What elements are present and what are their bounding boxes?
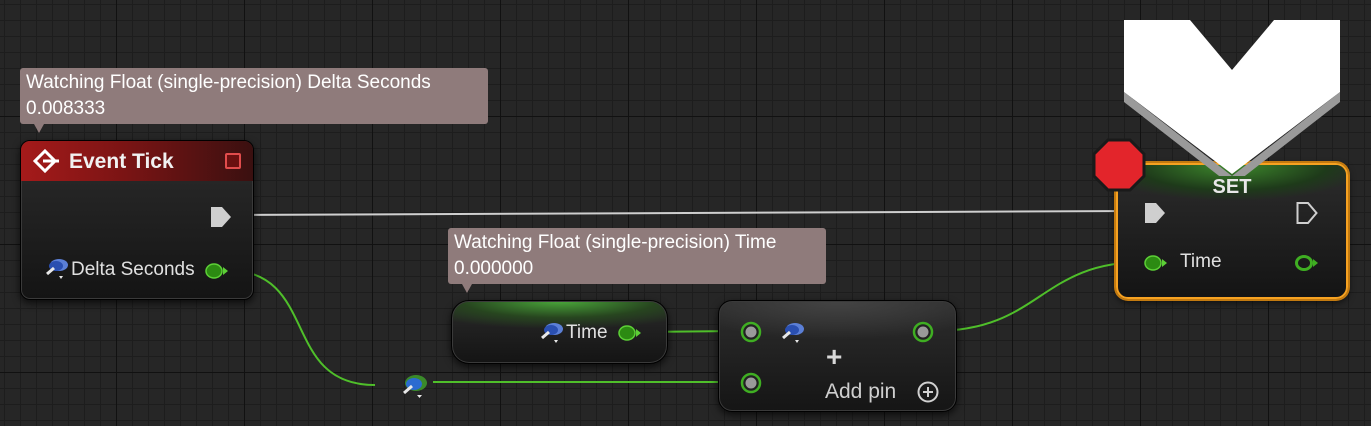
time-out-pin[interactable] bbox=[1294, 254, 1320, 272]
exec-in-pin[interactable] bbox=[1144, 201, 1166, 225]
exec-wire bbox=[231, 210, 1144, 216]
add-input-b-pin[interactable] bbox=[740, 372, 762, 394]
reroute-node[interactable] bbox=[402, 373, 432, 399]
event-tick-header: Event Tick bbox=[21, 141, 253, 181]
exec-out-pin[interactable] bbox=[1296, 201, 1318, 225]
watch-bubble-value: 0.000000 bbox=[454, 258, 534, 279]
variable-icon bbox=[541, 323, 563, 343]
add-pin-label[interactable]: Add pin bbox=[825, 380, 896, 404]
add-operator-icon: + bbox=[826, 341, 843, 372]
add-pin-plus-icon[interactable] bbox=[916, 380, 940, 404]
add-output-pin[interactable] bbox=[912, 321, 934, 343]
add-input-a-pin[interactable] bbox=[740, 321, 762, 343]
watch-bubble-title: Watching Float (single-precision) Time bbox=[454, 232, 777, 253]
watch-bubble-title: Watching Float (single-precision) Delta … bbox=[26, 72, 431, 93]
set-title: SET bbox=[1212, 176, 1252, 198]
event-diamond-icon bbox=[33, 149, 59, 173]
watch-bubble-time: Watching Float (single-precision) Time 0… bbox=[448, 228, 826, 293]
event-tick-node[interactable]: Event Tick Delta Seconds bbox=[20, 140, 254, 300]
watch-bubble-delta: Watching Float (single-precision) Delta … bbox=[20, 68, 488, 133]
exec-out-pin[interactable] bbox=[210, 205, 232, 229]
set-node[interactable]: SET Time bbox=[1116, 163, 1348, 299]
time-in-pin[interactable] bbox=[1144, 254, 1168, 272]
time-out-pin[interactable] bbox=[618, 324, 642, 342]
get-time-label: Time bbox=[566, 322, 608, 343]
get-time-node[interactable]: Time bbox=[451, 300, 668, 364]
watch-bubble-value: 0.008333 bbox=[26, 98, 106, 119]
stop-icon bbox=[225, 153, 241, 169]
event-tick-title: Event Tick bbox=[69, 150, 174, 173]
set-time-label: Time bbox=[1180, 251, 1222, 272]
add-node[interactable]: + Add pin bbox=[718, 300, 957, 412]
delta-seconds-pin[interactable] bbox=[205, 262, 229, 280]
variable-icon bbox=[46, 259, 68, 279]
add-to-set-wire bbox=[933, 261, 1144, 332]
delta-seconds-label: Delta Seconds bbox=[71, 259, 195, 280]
current-execution-arrow-icon bbox=[1124, 20, 1340, 176]
variable-icon bbox=[782, 323, 804, 343]
